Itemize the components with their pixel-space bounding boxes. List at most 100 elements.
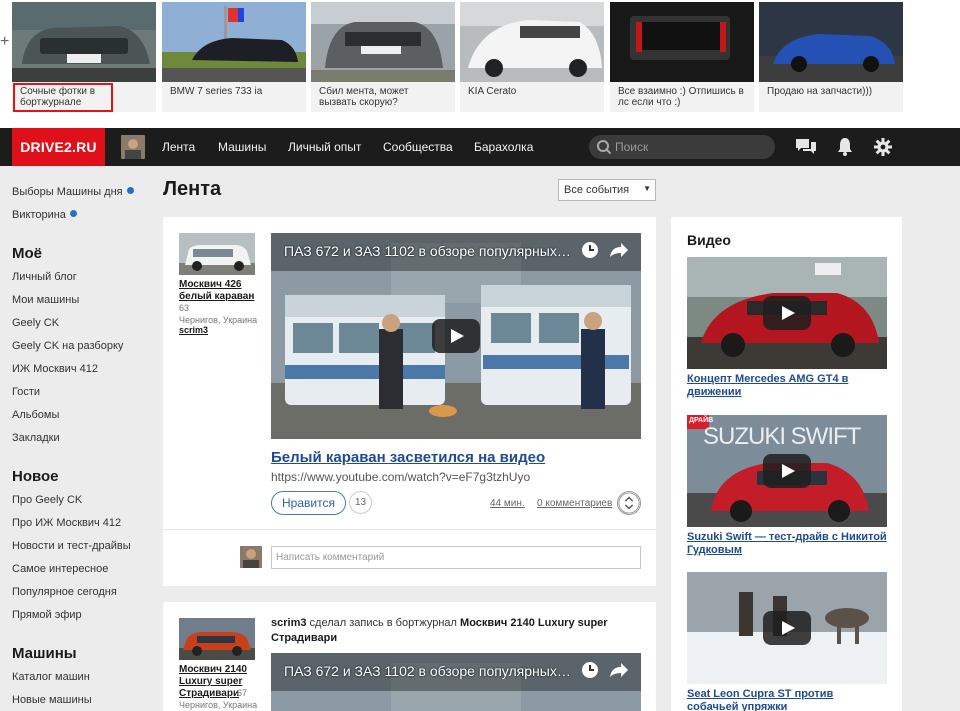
post-time-link[interactable]: 44 мин.: [490, 498, 525, 509]
video-thumbnail[interactable]: [687, 572, 887, 684]
comments-link[interactable]: 0 комментариев: [537, 498, 612, 509]
sidebar-item-popular[interactable]: Популярное сегодня: [12, 586, 117, 598]
feed-post: Москвич 426 белый караван 63 Чернигов, У…: [163, 217, 656, 586]
expand-toggle-icon[interactable]: [617, 491, 641, 515]
new-dot-icon: [126, 187, 134, 194]
sidebar-item-catalog[interactable]: Каталог машин: [12, 671, 90, 683]
car-location: Чернигов, Украина: [179, 700, 258, 710]
video-thumbnail[interactable]: ДРАЙВ SUZUKI SWIFT: [687, 415, 887, 527]
clock-icon[interactable]: [581, 661, 599, 679]
share-arrow-icon[interactable]: [609, 242, 629, 258]
sidebar-item-geely[interactable]: Geely CK: [12, 317, 59, 329]
sidebar-item-interesting[interactable]: Самое интересное: [12, 563, 108, 575]
search-icon: [597, 140, 612, 155]
sidebar-section-mine: Моё: [12, 245, 42, 262]
search-box[interactable]: [589, 135, 775, 159]
site-logo[interactable]: DRIVE2.RU: [12, 128, 105, 166]
nav-link-experience[interactable]: Личный опыт: [288, 128, 361, 166]
video-url[interactable]: https://www.youtube.com/watch?v=eF7g3tzh…: [271, 470, 530, 484]
sidebar-item-quiz[interactable]: Викторина: [12, 209, 77, 221]
car-count: 67: [237, 688, 248, 698]
nav-link-communities[interactable]: Сообщества: [383, 128, 453, 166]
post-headline-link[interactable]: Белый караван засветился на видео: [271, 449, 545, 466]
nav-link-feed[interactable]: Лента: [162, 128, 195, 166]
strip-card[interactable]: Продаю на запчасти))): [759, 2, 903, 112]
events-filter-select[interactable]: Все события ▼: [558, 179, 656, 201]
new-dot-icon: [69, 210, 77, 217]
play-button[interactable]: [432, 319, 480, 353]
sidebar-item-my-cars[interactable]: Мои машины: [12, 294, 79, 306]
sidebar-item-about-moskvich[interactable]: Про ИЖ Москвич 412: [12, 517, 121, 529]
video-player[interactable]: ПАЗ 672 и ЗАЗ 1102 в обзоре популярных т…: [271, 233, 641, 439]
sidebar-item-live[interactable]: Прямой эфир: [12, 609, 82, 621]
dropdown-arrow-icon: ▼: [643, 184, 651, 193]
sidebar-item-moskvich[interactable]: ИЖ Москвич 412: [12, 363, 98, 375]
share-arrow-icon[interactable]: [609, 662, 629, 678]
strip-card[interactable]: Сбил мента, может вызвать скорую?: [311, 2, 455, 112]
play-button[interactable]: [763, 611, 811, 645]
sidebar-item-albums[interactable]: Альбомы: [12, 409, 59, 421]
sidebar-item-blog[interactable]: Личный блог: [12, 271, 77, 283]
user-link[interactable]: scrim3: [179, 325, 208, 336]
video-caption-link[interactable]: Концепт Mercedes AMG GT4 в движении: [687, 373, 887, 399]
video-title[interactable]: ПАЗ 672 и ЗАЗ 1102 в обзоре популярных т…: [284, 663, 574, 679]
like-button[interactable]: Нравится: [271, 491, 346, 515]
play-button[interactable]: [763, 296, 811, 330]
car-count: 63: [179, 303, 190, 313]
user-avatar[interactable]: [121, 135, 145, 159]
top-navbar: DRIVE2.RU Лента Машины Личный опыт Сообщ…: [0, 128, 960, 166]
divider: [163, 529, 656, 530]
strip-photo: [12, 2, 156, 82]
video-player[interactable]: ПАЗ 672 и ЗАЗ 1102 в обзоре популярных т…: [271, 653, 641, 711]
strip-photo: [460, 2, 604, 82]
video-caption-link[interactable]: Suzuki Swift — тест-драйв с Никитой Гудк…: [687, 531, 887, 557]
add-icon[interactable]: +: [0, 33, 9, 51]
selection-highlight: [13, 83, 113, 112]
sidebar-item-car-of-day[interactable]: Выборы Машины дня: [12, 186, 134, 198]
sidebar-item-about-geely[interactable]: Про Geely CK: [12, 494, 82, 506]
nav-link-cars[interactable]: Машины: [218, 128, 266, 166]
sidebar-section-cars: Машины: [12, 645, 77, 662]
strip-caption: BMW 7 series 733 ia: [170, 86, 263, 97]
recommended-strip: + Сочные фотки в бортжурнале BMW 7 serie…: [0, 0, 960, 128]
likes-count[interactable]: 13: [349, 491, 372, 514]
strip-photo: [311, 2, 455, 82]
strip-photo: [759, 2, 903, 82]
car-thumbnail[interactable]: [179, 233, 255, 275]
strip-photo: [162, 2, 306, 82]
strip-card[interactable]: Сочные фотки в бортжурнале: [12, 2, 156, 112]
commenter-avatar: [240, 546, 262, 568]
sidebar-item-new-cars[interactable]: Новые машины: [12, 694, 92, 706]
car-thumbnail[interactable]: [179, 618, 255, 660]
gear-icon[interactable]: [874, 137, 892, 157]
video-title[interactable]: ПАЗ 672 и ЗАЗ 1102 в обзоре популярных т…: [284, 243, 574, 259]
strip-caption: Продаю на запчасти))): [767, 86, 873, 97]
feed-post: Москвич 2140 Luxury super Страдивари 67 …: [163, 602, 656, 711]
strip-card[interactable]: BMW 7 series 733 ia: [162, 2, 306, 112]
strip-caption: KIA Cerato: [468, 86, 517, 97]
video-caption-link[interactable]: Seat Leon Cupra ST против собачьей упряж…: [687, 688, 887, 711]
play-button[interactable]: [763, 454, 811, 488]
post-author-line: scrim3 сделал запись в бортжурнал Москви…: [271, 617, 608, 644]
sidebar-item-bookmarks[interactable]: Закладки: [12, 432, 60, 444]
strip-photo: [610, 2, 754, 82]
author-link[interactable]: scrim3: [271, 617, 306, 629]
sidebar-section-new: Новое: [12, 468, 59, 485]
sidebar-item-geely-parts[interactable]: Geely CK на разборку: [12, 340, 123, 352]
car-name-link[interactable]: Москвич 426 белый караван: [179, 279, 259, 303]
sidebar-item-news[interactable]: Новости и тест-драйвы: [12, 540, 131, 552]
strip-card[interactable]: KIA Cerato: [460, 2, 604, 112]
bell-icon[interactable]: [836, 137, 854, 157]
messages-icon[interactable]: [795, 137, 817, 157]
search-input[interactable]: [615, 138, 765, 156]
sidebar-item-guests[interactable]: Гости: [12, 386, 40, 398]
video-overlay-title: SUZUKI SWIFT: [703, 423, 861, 450]
comment-input[interactable]: Написать комментарий: [271, 546, 641, 569]
video-thumbnail[interactable]: [687, 257, 887, 369]
strip-caption: Все взаимно :) Отпишись в лс если что :): [618, 86, 744, 108]
strip-card[interactable]: Все взаимно :) Отпишись в лс если что :): [610, 2, 754, 112]
nav-link-market[interactable]: Барахолка: [474, 128, 533, 166]
clock-icon[interactable]: [581, 241, 599, 259]
videos-panel: Видео Концепт Mercedes AMG GT4 в движени…: [671, 217, 902, 711]
videos-panel-title: Видео: [687, 232, 731, 248]
